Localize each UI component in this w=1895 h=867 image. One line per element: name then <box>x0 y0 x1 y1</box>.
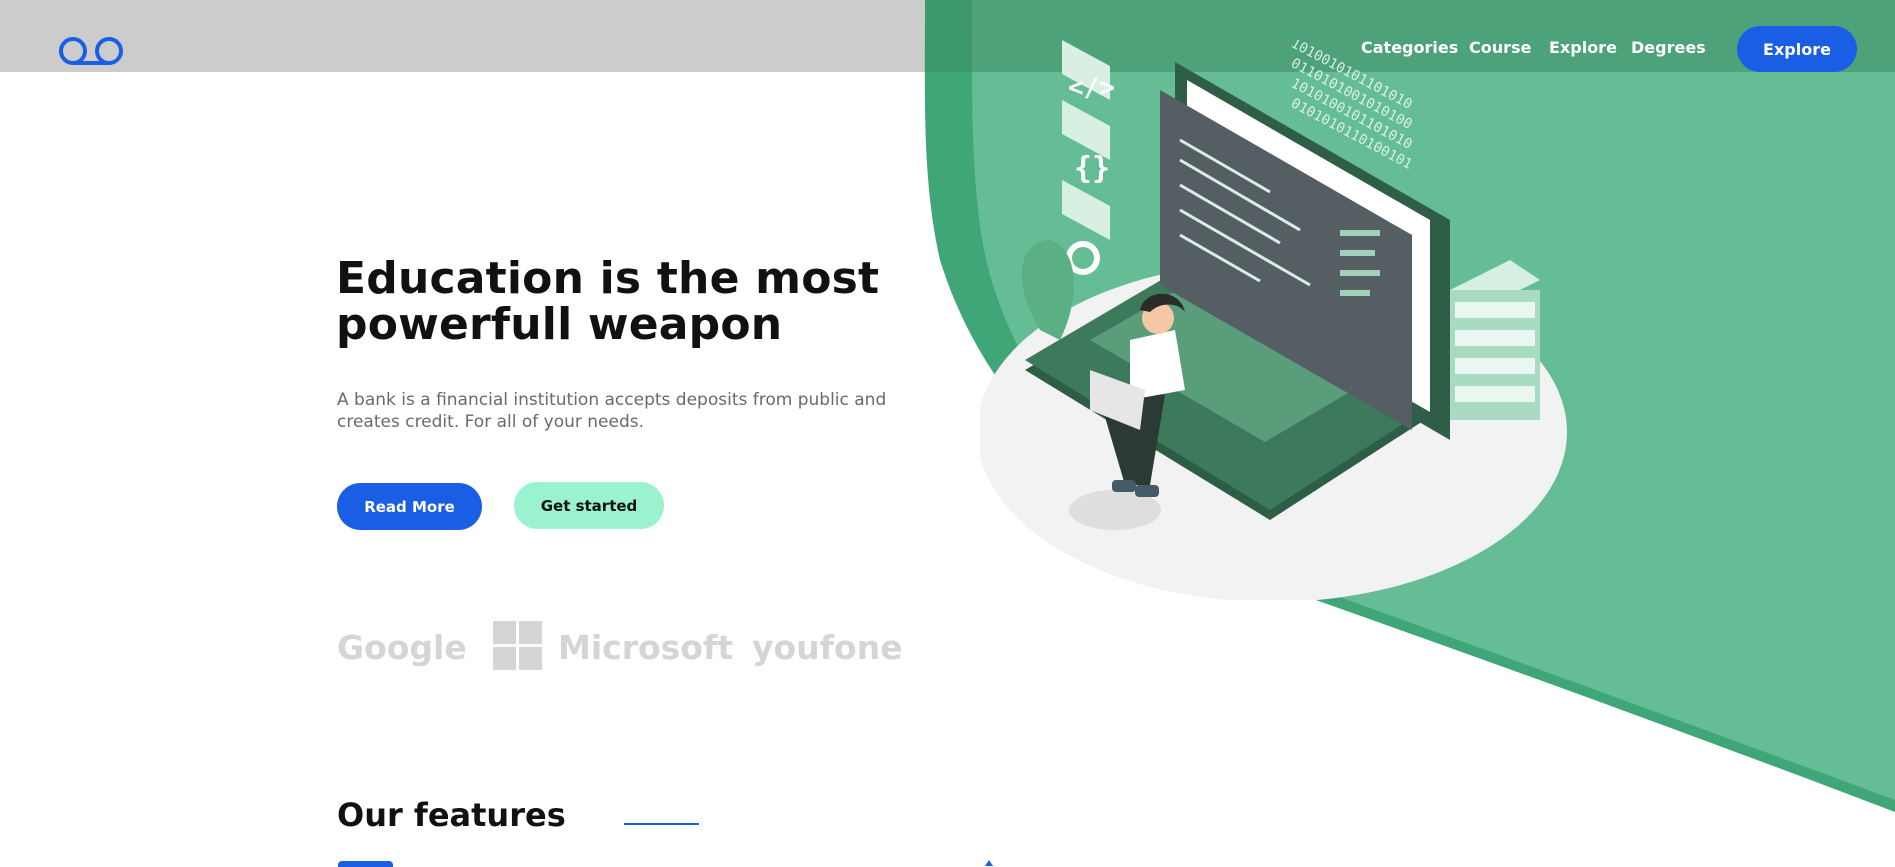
hero-background <box>0 0 1895 812</box>
hero-subtitle: A bank is a financial institution accept… <box>337 390 887 432</box>
brand-youfone: youfone <box>752 628 903 667</box>
read-more-button[interactable]: Read More <box>337 483 482 530</box>
features-underline <box>624 823 699 825</box>
nav-link-categories[interactable]: Categories <box>1361 38 1458 57</box>
svg-text:</>: </> <box>1068 73 1115 103</box>
svg-text:{}: {} <box>1074 151 1110 186</box>
feature-card-peek <box>338 861 393 867</box>
features-title: Our features <box>337 796 566 834</box>
brand-google: Google <box>337 628 467 667</box>
feature-icon-peek <box>985 860 993 866</box>
navbar: Categories Course Explore Degrees Explor… <box>0 0 1895 72</box>
nav-link-explore[interactable]: Explore <box>1549 38 1617 57</box>
hero-illustration: 1010010101101010 0110101001010100 101010… <box>980 40 1567 600</box>
explore-button[interactable]: Explore <box>1737 26 1857 72</box>
get-started-button[interactable]: Get started <box>514 482 664 529</box>
hero-title: Education is the most powerfull weapon <box>336 253 880 350</box>
brand-microsoft: Microsoft <box>558 628 734 667</box>
infinity-loop-logo-icon[interactable] <box>58 36 126 66</box>
microsoft-logo-icon <box>493 621 542 670</box>
nav-link-course[interactable]: Course <box>1469 38 1531 57</box>
nav-link-degrees[interactable]: Degrees <box>1631 38 1706 57</box>
